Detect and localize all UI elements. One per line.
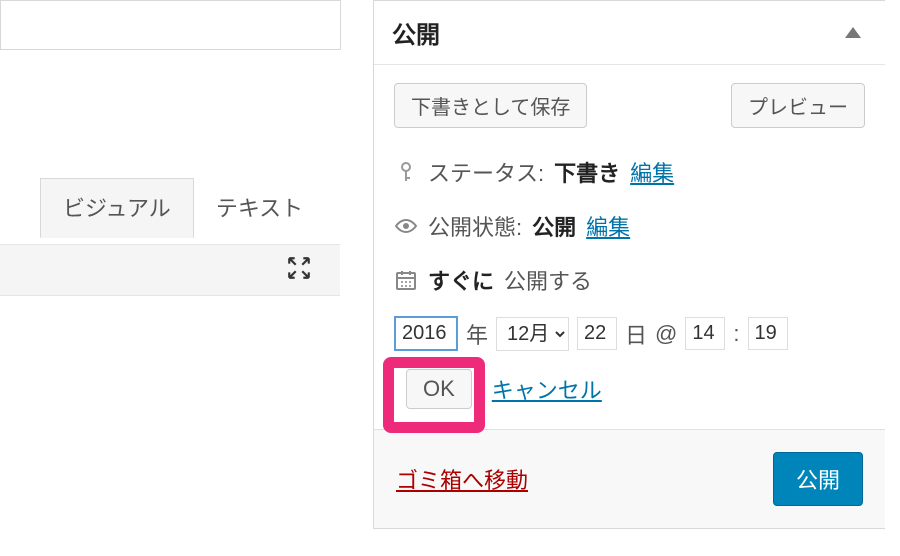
publish-actions-row: 下書きとして保存 プレビュー [374, 65, 885, 146]
title-input[interactable] [0, 0, 341, 50]
publish-box: 公開 下書きとして保存 プレビュー ステータス: 下書き 編集 [373, 0, 885, 529]
fullscreen-icon[interactable] [286, 255, 312, 286]
year-unit: 年 [466, 318, 488, 350]
publish-footer: ゴミ箱へ移動 公開 [374, 429, 885, 528]
publish-header[interactable]: 公開 [374, 1, 885, 65]
editor-tabs: ビジュアル テキスト [40, 178, 325, 238]
ok-button[interactable]: OK [406, 369, 472, 409]
collapse-icon[interactable] [845, 27, 861, 38]
year-input[interactable] [394, 316, 458, 351]
publish-title: 公開 [392, 15, 440, 50]
timestamp-actions: OK キャンセル [374, 369, 885, 429]
publish-button[interactable]: 公開 [773, 452, 863, 506]
tab-text[interactable]: テキスト [194, 179, 325, 237]
eye-icon [394, 218, 418, 234]
timestamp-row: 年 12月 日 @ : [374, 316, 885, 369]
save-draft-button[interactable]: 下書きとして保存 [394, 83, 587, 128]
at-symbol: @ [655, 321, 677, 347]
day-input[interactable] [577, 317, 617, 350]
tab-visual[interactable]: ビジュアル [40, 178, 194, 238]
status-value: 下書き [554, 156, 620, 188]
visibility-value: 公開 [532, 210, 576, 242]
status-label: ステータス: [428, 156, 544, 188]
edit-visibility-link[interactable]: 編集 [586, 210, 630, 242]
visibility-label: 公開状態: [428, 210, 522, 242]
calendar-icon [394, 269, 418, 291]
minute-input[interactable] [748, 317, 788, 350]
schedule-suffix: 公開する [504, 264, 592, 296]
schedule-row: すぐに公開する [394, 256, 865, 310]
edit-status-link[interactable]: 編集 [630, 156, 674, 188]
trash-link[interactable]: ゴミ箱へ移動 [396, 463, 528, 495]
status-row: ステータス: 下書き 編集 [394, 148, 865, 202]
cancel-link[interactable]: キャンセル [492, 373, 602, 405]
schedule-prefix: すぐに [428, 264, 494, 296]
publish-meta: ステータス: 下書き 編集 公開状態: 公開 編集 [374, 146, 885, 316]
editor-toolbar [0, 244, 340, 296]
editor-body[interactable] [0, 296, 340, 556]
visibility-row: 公開状態: 公開 編集 [394, 202, 865, 256]
preview-button[interactable]: プレビュー [731, 83, 865, 128]
time-colon: : [733, 321, 739, 347]
hour-input[interactable] [685, 317, 725, 350]
key-icon [394, 161, 418, 183]
month-select[interactable]: 12月 [496, 317, 569, 351]
day-unit: 日 [625, 318, 647, 350]
